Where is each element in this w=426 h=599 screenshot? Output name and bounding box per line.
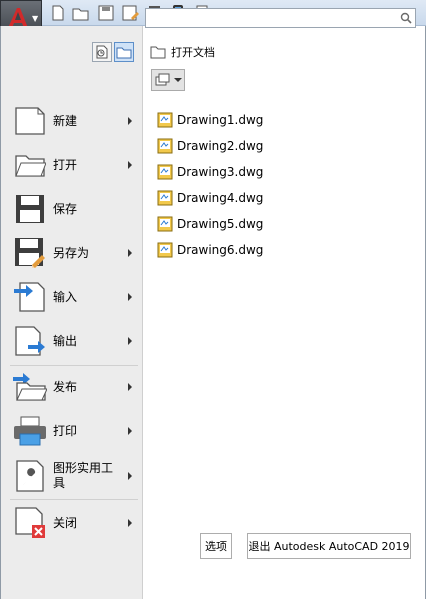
document-name: Drawing1.dwg xyxy=(177,113,264,127)
dwg-file-icon xyxy=(157,190,173,206)
save-disk-icon xyxy=(12,191,48,227)
new-document-icon xyxy=(12,103,48,139)
menu-item-label: 保存 xyxy=(53,201,78,216)
close-document-icon xyxy=(12,505,48,541)
save-as-icon[interactable] xyxy=(121,3,141,23)
exit-autocad-button[interactable]: 退出 Autodesk AutoCAD 2019 xyxy=(247,533,411,559)
panel-title: 打开文档 xyxy=(150,44,215,60)
open-folder-icon xyxy=(12,147,48,183)
display-mode-dropdown[interactable] xyxy=(151,69,185,91)
open-documents-view-button[interactable] xyxy=(114,42,134,62)
document-item[interactable]: Drawing1.dwg xyxy=(157,107,263,133)
document-name: Drawing6.dwg xyxy=(177,243,264,257)
open-documents-list: Drawing1.dwg Drawing2.dwg Drawing3.dwg D… xyxy=(157,107,263,263)
options-button[interactable]: 选项 xyxy=(200,533,232,559)
menu-item-label: 另存为 xyxy=(53,245,90,260)
menu-item-label: 关闭 xyxy=(53,515,78,530)
recent-documents-icon xyxy=(96,45,108,59)
open-documents-icon xyxy=(116,47,132,59)
drawing-utilities-icon xyxy=(12,458,48,494)
submenu-arrow-icon xyxy=(128,383,132,391)
menu-item-open[interactable]: 打开 xyxy=(6,143,138,187)
document-name: Drawing4.dwg xyxy=(177,191,264,205)
submenu-arrow-icon xyxy=(128,249,132,257)
menu-item-label: 图形实用工具 xyxy=(53,461,114,490)
new-icon[interactable] xyxy=(48,3,68,23)
save-icon[interactable] xyxy=(96,3,116,23)
menu-search-box[interactable] xyxy=(145,8,416,28)
dwg-file-icon xyxy=(157,138,173,154)
dwg-file-icon xyxy=(157,164,173,180)
submenu-arrow-icon xyxy=(128,337,132,345)
menu-item-label: 输出 xyxy=(53,333,78,348)
menu-item-close[interactable]: 关闭 xyxy=(6,501,138,545)
display-mode-icon xyxy=(155,73,169,86)
dwg-file-icon xyxy=(157,216,173,232)
submenu-arrow-icon xyxy=(128,519,132,527)
folder-icon xyxy=(150,46,166,59)
open-icon[interactable] xyxy=(71,3,91,23)
menu-item-label: 新建 xyxy=(53,113,78,128)
document-name: Drawing3.dwg xyxy=(177,165,264,179)
menu-separator xyxy=(10,499,138,500)
menu-item-new[interactable]: 新建 xyxy=(6,99,138,143)
dwg-file-icon xyxy=(157,242,173,258)
menu-item-export[interactable]: 输出 xyxy=(6,319,138,363)
menu-item-label: 发布 xyxy=(53,379,78,394)
printer-icon xyxy=(12,413,48,449)
menu-item-label: 打开 xyxy=(53,157,78,172)
publish-icon xyxy=(12,369,48,405)
document-item[interactable]: Drawing3.dwg xyxy=(157,159,263,185)
chevron-down-icon xyxy=(173,78,182,82)
menu-item-label: 输入 xyxy=(53,289,78,304)
document-name: Drawing2.dwg xyxy=(177,139,264,153)
submenu-arrow-icon xyxy=(128,161,132,169)
submenu-arrow-icon xyxy=(128,427,132,435)
export-icon xyxy=(12,323,48,359)
document-item[interactable]: Drawing4.dwg xyxy=(157,185,263,211)
dwg-file-icon xyxy=(157,112,173,128)
panel-title-text: 打开文档 xyxy=(171,46,215,59)
submenu-arrow-icon xyxy=(128,293,132,301)
menu-item-print[interactable]: 打印 xyxy=(6,409,138,453)
submenu-arrow-icon xyxy=(128,117,132,125)
app-menu-caret-icon: ▼ xyxy=(32,14,39,23)
document-name: Drawing5.dwg xyxy=(177,217,264,231)
search-icon[interactable] xyxy=(400,12,412,24)
menu-item-publish[interactable]: 发布 xyxy=(6,365,138,409)
save-as-icon xyxy=(12,235,48,271)
document-item[interactable]: Drawing6.dwg xyxy=(157,237,263,263)
recent-documents-view-button[interactable] xyxy=(92,42,112,62)
import-icon xyxy=(12,279,48,315)
menu-item-drawing-utilities[interactable]: 图形实用工具 xyxy=(6,454,138,498)
submenu-arrow-icon xyxy=(128,472,132,480)
document-item[interactable]: Drawing5.dwg xyxy=(157,211,263,237)
menu-search-input[interactable] xyxy=(148,10,396,26)
menu-item-save-as[interactable]: 另存为 xyxy=(6,231,138,275)
menu-item-import[interactable]: 输入 xyxy=(6,275,138,319)
document-item[interactable]: Drawing2.dwg xyxy=(157,133,263,159)
menu-item-label: 打印 xyxy=(53,423,78,438)
menu-item-save[interactable]: 保存 xyxy=(6,187,138,231)
